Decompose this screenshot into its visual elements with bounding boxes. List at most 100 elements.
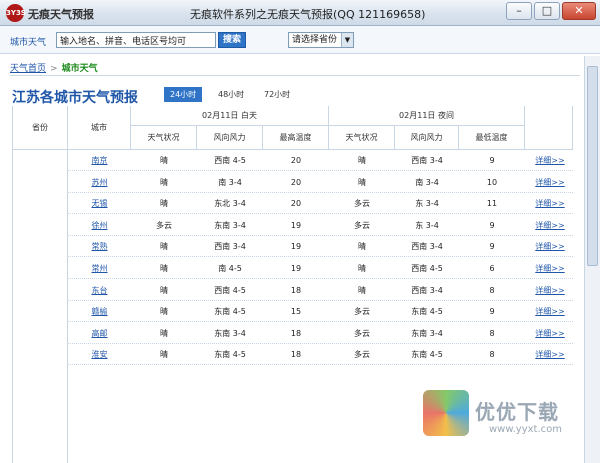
header-night-group: 02月11日 夜间 — [329, 106, 525, 126]
watermark-logo-icon — [423, 390, 469, 436]
day-condition: 晴 — [160, 264, 168, 273]
app-name: 无痕天气预报 — [28, 8, 94, 21]
header-low-temp: 最低温度 — [459, 126, 525, 150]
day-wind: 东南 4-5 — [214, 307, 246, 317]
night-wind: 西南 3-4 — [411, 156, 443, 165]
breadcrumb-divider — [10, 75, 580, 76]
table-row: 徐州 多云 东南 3-4 19 多云 东 3-4 9 详细>> — [68, 215, 573, 236]
title-bar: 3Y3S 无痕天气预报 无痕软件系列之无痕天气预报(QQ 121169658) … — [0, 0, 600, 26]
breadcrumb: 天气首页 > 城市天气 — [10, 61, 98, 74]
tab-24h[interactable]: 24小时 — [164, 87, 203, 102]
day-wind: 东北 3-4 — [214, 199, 246, 209]
detail-link[interactable]: 详细>> — [527, 193, 573, 214]
scrollbar-thumb[interactable] — [587, 66, 598, 266]
table-row: 常州 晴 南 4-5 19 晴 西南 4-5 6 详细>> — [68, 258, 573, 279]
detail-link[interactable]: 详细>> — [527, 280, 573, 301]
search-input[interactable] — [56, 32, 216, 48]
province-select-value: 请选择省份 — [292, 35, 338, 45]
city-link[interactable]: 常熟 — [68, 236, 131, 257]
high-temp: 20 — [290, 156, 302, 165]
close-button[interactable]: ✕ — [562, 2, 596, 20]
tab-48h[interactable]: 48小时 — [212, 87, 250, 102]
city-link[interactable]: 淮安 — [68, 344, 131, 365]
watermark-text: 优优下载 — [475, 400, 559, 424]
high-temp: 20 — [290, 199, 302, 209]
city-link[interactable]: 无锡 — [68, 193, 131, 214]
high-temp: 20 — [290, 177, 302, 187]
minimize-button[interactable]: – — [506, 2, 532, 20]
day-condition: 晴 — [160, 328, 168, 338]
day-condition: 晴 — [160, 307, 168, 317]
high-temp: 19 — [290, 264, 302, 273]
detail-link[interactable]: 详细>> — [527, 323, 573, 344]
day-condition: 晴 — [160, 350, 168, 360]
day-condition: 晴 — [160, 199, 168, 209]
detail-link[interactable]: 详细>> — [527, 172, 573, 193]
search-button[interactable]: 搜索 — [218, 32, 246, 48]
detail-link[interactable]: 详细>> — [527, 215, 573, 236]
app-logo-icon: 3Y3S — [6, 4, 26, 22]
day-wind: 东南 4-5 — [214, 350, 246, 360]
high-temp: 18 — [290, 285, 302, 295]
table-row: 南京 晴 西南 4-5 20 晴 西南 3-4 9 详细>> — [68, 150, 573, 171]
city-link[interactable]: 苏州 — [68, 172, 131, 193]
header-night-wind: 风向风力 — [395, 126, 459, 150]
high-temp: 15 — [290, 307, 302, 317]
night-condition: 多云 — [354, 328, 370, 338]
night-wind: 西南 3-4 — [411, 285, 443, 295]
header-day-condition: 天气状况 — [131, 126, 197, 150]
table-row: 无锡 晴 东北 3-4 20 多云 东 3-4 11 详细>> — [68, 193, 573, 215]
watermark-url: www.yyxt.com — [489, 424, 563, 435]
detail-link[interactable]: 详细>> — [527, 236, 573, 257]
night-condition: 晴 — [358, 177, 366, 187]
day-wind: 西南 4-5 — [214, 285, 246, 295]
night-condition: 晴 — [358, 285, 366, 295]
night-wind: 东南 4-5 — [411, 350, 443, 360]
city-weather-label: 城市天气 — [10, 38, 47, 48]
day-wind: 南 4-5 — [218, 264, 242, 273]
low-temp: 8 — [489, 350, 495, 360]
city-link[interactable]: 东台 — [68, 280, 131, 301]
header-day-wind: 风向风力 — [197, 126, 263, 150]
day-condition: 晴 — [160, 242, 168, 252]
table-row: 赣榆 晴 东南 4-5 15 多云 东南 4-5 9 详细>> — [68, 301, 573, 323]
high-temp: 18 — [290, 328, 302, 338]
table-row: 苏州 晴 南 3-4 20 晴 南 3-4 10 详细>> — [68, 172, 573, 193]
detail-link[interactable]: 详细>> — [527, 344, 573, 365]
low-temp: 10 — [486, 177, 498, 187]
low-temp: 9 — [489, 242, 495, 252]
page-title: 江苏各城市天气预报 — [12, 90, 138, 106]
maximize-button[interactable]: □ — [534, 2, 560, 20]
header-province: 省份 — [13, 106, 68, 150]
detail-link[interactable]: 详细>> — [527, 258, 573, 279]
city-link[interactable]: 徐州 — [68, 215, 131, 236]
city-link[interactable]: 高邮 — [68, 323, 131, 344]
tab-72h[interactable]: 72小时 — [258, 87, 296, 102]
night-condition: 多云 — [354, 307, 370, 317]
city-link[interactable]: 赣榆 — [68, 301, 131, 322]
night-wind: 东南 4-5 — [411, 307, 443, 317]
low-temp: 6 — [489, 264, 495, 273]
low-temp: 9 — [489, 307, 495, 317]
search-toolbar: 城市天气 搜索 请选择省份 ▼ — [0, 26, 600, 54]
low-temp: 8 — [489, 285, 495, 295]
breadcrumb-separator: > — [50, 64, 58, 74]
window-title: 无痕软件系列之无痕天气预报(QQ 121169658) — [190, 8, 426, 21]
city-link[interactable]: 南京 — [68, 150, 131, 171]
watermark: 优优下载 www.yyxt.com — [423, 384, 593, 454]
night-condition: 晴 — [358, 156, 366, 165]
detail-link[interactable]: 详细>> — [527, 301, 573, 322]
city-link[interactable]: 常州 — [68, 258, 131, 279]
breadcrumb-current: 城市天气 — [61, 64, 98, 74]
table-row: 常熟 晴 西南 3-4 19 晴 西南 3-4 9 详细>> — [68, 236, 573, 258]
province-column — [13, 150, 68, 463]
night-wind: 西南 3-4 — [411, 242, 443, 252]
breadcrumb-home-link[interactable]: 天气首页 — [10, 64, 46, 74]
province-select[interactable]: 请选择省份 ▼ — [288, 32, 354, 48]
chevron-down-icon[interactable]: ▼ — [341, 33, 353, 47]
detail-link[interactable]: 详细>> — [527, 150, 573, 171]
table-row: 淮安 晴 东南 4-5 18 多云 东南 4-5 8 详细>> — [68, 344, 573, 366]
day-condition: 晴 — [160, 177, 168, 187]
low-temp: 9 — [489, 156, 495, 165]
header-city: 城市 — [68, 106, 131, 150]
